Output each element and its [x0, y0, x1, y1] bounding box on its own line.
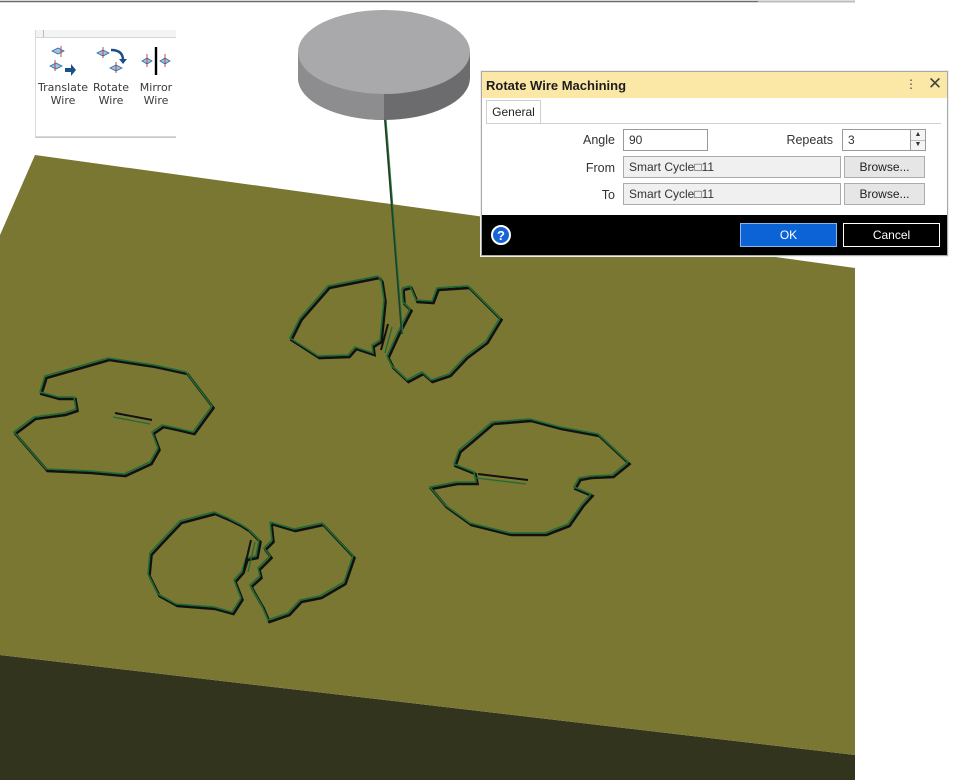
repeats-spinner[interactable]: ▲ ▼ [910, 129, 926, 151]
rotate-wire-button[interactable]: Rotate Wire [86, 44, 136, 114]
rotate-wire-label-2: Wire [98, 94, 124, 107]
spin-down-icon[interactable]: ▼ [911, 140, 925, 150]
from-label: From [585, 161, 615, 175]
rotate-wire-icon [96, 47, 127, 73]
mirror-wire-label-2: Wire [143, 94, 169, 107]
translate-wire-label-1: Translate [38, 81, 88, 94]
translate-wire-icon [49, 46, 76, 76]
ribbon-wire-panel: Translate Wire Rotate Wire Mirror Wire [35, 30, 176, 137]
mirror-wire-icon [141, 47, 171, 75]
help-icon[interactable]: ? [491, 225, 511, 245]
to-label: To [601, 188, 615, 202]
mirror-wire-label-1: Mirror [139, 81, 173, 94]
dialog-title-bar[interactable]: Rotate Wire Machining ⋮ ✕ [482, 72, 947, 98]
tab-general[interactable]: General [486, 100, 541, 124]
ok-button[interactable]: OK [740, 223, 837, 247]
repeats-input[interactable]: 3 [842, 129, 911, 151]
mirror-wire-button[interactable]: Mirror Wire [131, 44, 181, 114]
from-browse-button[interactable]: Browse... [844, 156, 925, 178]
ribbon-top-bar [36, 30, 176, 38]
dialog-title: Rotate Wire Machining [486, 78, 627, 93]
rotate-wire-label-1: Rotate [92, 81, 129, 94]
close-icon[interactable]: ✕ [927, 75, 943, 93]
more-options-icon[interactable]: ⋮ [905, 76, 917, 92]
angle-input[interactable]: 90 [623, 129, 708, 151]
translate-wire-button[interactable]: Translate Wire [38, 44, 88, 114]
to-field[interactable]: Smart Cycle□11 [623, 183, 841, 205]
angle-label: Angle [583, 133, 615, 147]
to-browse-button[interactable]: Browse... [844, 183, 925, 205]
rotate-wire-machining-dialog: Rotate Wire Machining ⋮ ✕ General Angle … [481, 71, 948, 256]
dialog-footer: ? OK Cancel [482, 215, 947, 255]
cancel-button[interactable]: Cancel [843, 223, 940, 247]
translate-wire-label-2: Wire [50, 94, 76, 107]
repeats-label: Repeats [786, 133, 833, 147]
from-field[interactable]: Smart Cycle□11 [623, 156, 841, 178]
wire-guide-disc [298, 10, 470, 120]
